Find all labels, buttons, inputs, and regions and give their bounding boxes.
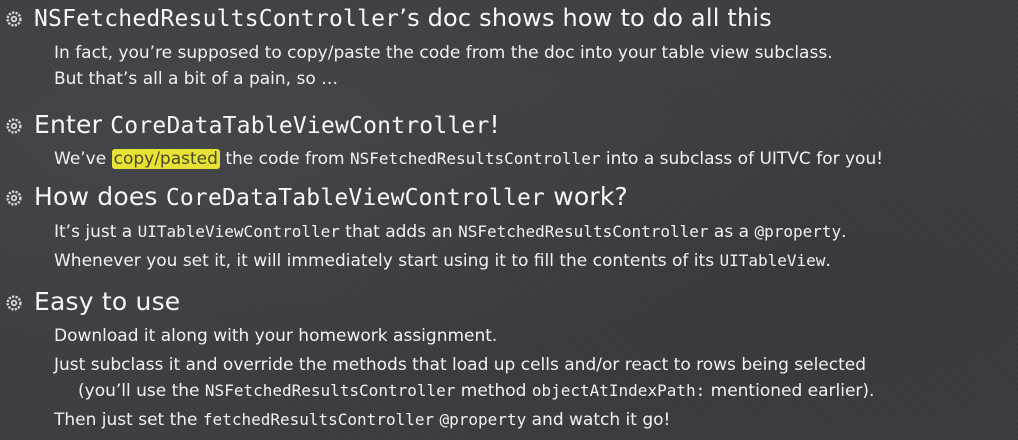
heading-text: ’s doc shows how to do all this [399, 4, 772, 32]
code-text: objectAtIndexPath: [531, 381, 706, 400]
bullet-1-line-1: In fact, you’re supposed to copy/paste t… [54, 42, 833, 64]
line-text: Just subclass it and override the method… [54, 355, 867, 375]
gear-bullet-icon [6, 118, 22, 134]
line-text: method [455, 381, 532, 401]
heading-text: How does [34, 182, 166, 211]
gear-bullet-icon [6, 190, 22, 206]
line-text: But that’s all a bit of a pain, so … [54, 69, 339, 89]
heading-code: NSFetchedResultsController [34, 6, 400, 32]
line-text: as a [708, 222, 755, 242]
line-text: Then just set the [54, 410, 203, 430]
code-text: fetchedResultsController [202, 410, 435, 429]
code-text: NSFetchedResultsController [204, 381, 456, 400]
bullet-1-line-2: But that’s all a bit of a pain, so … [54, 68, 338, 90]
code-text: UITableViewController [137, 222, 340, 241]
line-text: . [841, 222, 847, 242]
code-text: NSFetchedResultsController [458, 222, 709, 241]
bullet-4-heading: Easy to use [34, 287, 181, 316]
code-text: @property [439, 410, 527, 429]
line-text: Download it along with your homework ass… [54, 326, 498, 346]
bullet-1: NSFetchedResultsController’s doc shows h… [6, 4, 772, 32]
code-text: @property [754, 222, 842, 241]
code-text: UITableView [719, 251, 826, 270]
code-text: NSFetchedResultsController [350, 149, 601, 168]
line-text: the code from [219, 149, 350, 169]
bullet-4: Easy to use [6, 287, 180, 316]
bullet-4-line-4: Then just set the fetchedResultsControll… [54, 409, 670, 431]
line-text: into a subclass of UITVC for you! [600, 149, 884, 169]
line-text: mentioned earlier). [705, 381, 875, 401]
gear-bullet-icon [6, 295, 22, 311]
line-text: It’s just a [54, 222, 138, 242]
line-text: Whenever you set it, it will immediately… [54, 251, 720, 271]
line-text: that adds an [339, 222, 459, 242]
line-text: and watch it go! [526, 410, 671, 430]
line-text: We’ve [54, 149, 112, 169]
heading-text: ! [489, 110, 500, 139]
bullet-4-line-1: Download it along with your homework ass… [54, 325, 497, 347]
bullet-2-line-1: We’ve copy/pasted the code from NSFetche… [54, 148, 883, 170]
bullet-3: How does CoreDataTableViewController wor… [6, 182, 628, 211]
heading-code: CoreDataTableViewController [110, 113, 490, 139]
line-text: In fact, you’re supposed to copy/paste t… [54, 43, 833, 63]
line-text: (you’ll use the [78, 381, 205, 401]
slide: NSFetchedResultsController’s doc shows h… [0, 0, 1018, 440]
highlighted-text: copy/pasted [111, 149, 220, 169]
heading-text: Enter [34, 110, 111, 139]
heading-text: work? [545, 182, 629, 211]
line-text: . [825, 251, 831, 271]
bullet-2-heading: Enter CoreDataTableViewController! [34, 110, 500, 139]
gear-bullet-icon [6, 11, 22, 27]
bullet-2: Enter CoreDataTableViewController! [6, 110, 500, 139]
bullet-3-line-1: It’s just a UITableViewController that a… [54, 221, 847, 243]
heading-code: CoreDataTableViewController [165, 185, 546, 211]
bullet-1-heading: NSFetchedResultsController’s doc shows h… [34, 4, 772, 32]
bullet-4-line-3: (you’ll use the NSFetchedResultsControll… [78, 380, 874, 402]
bullet-3-heading: How does CoreDataTableViewController wor… [34, 182, 628, 211]
bullet-3-line-2: Whenever you set it, it will immediately… [54, 250, 831, 272]
bullet-4-line-2: Just subclass it and override the method… [54, 354, 866, 376]
